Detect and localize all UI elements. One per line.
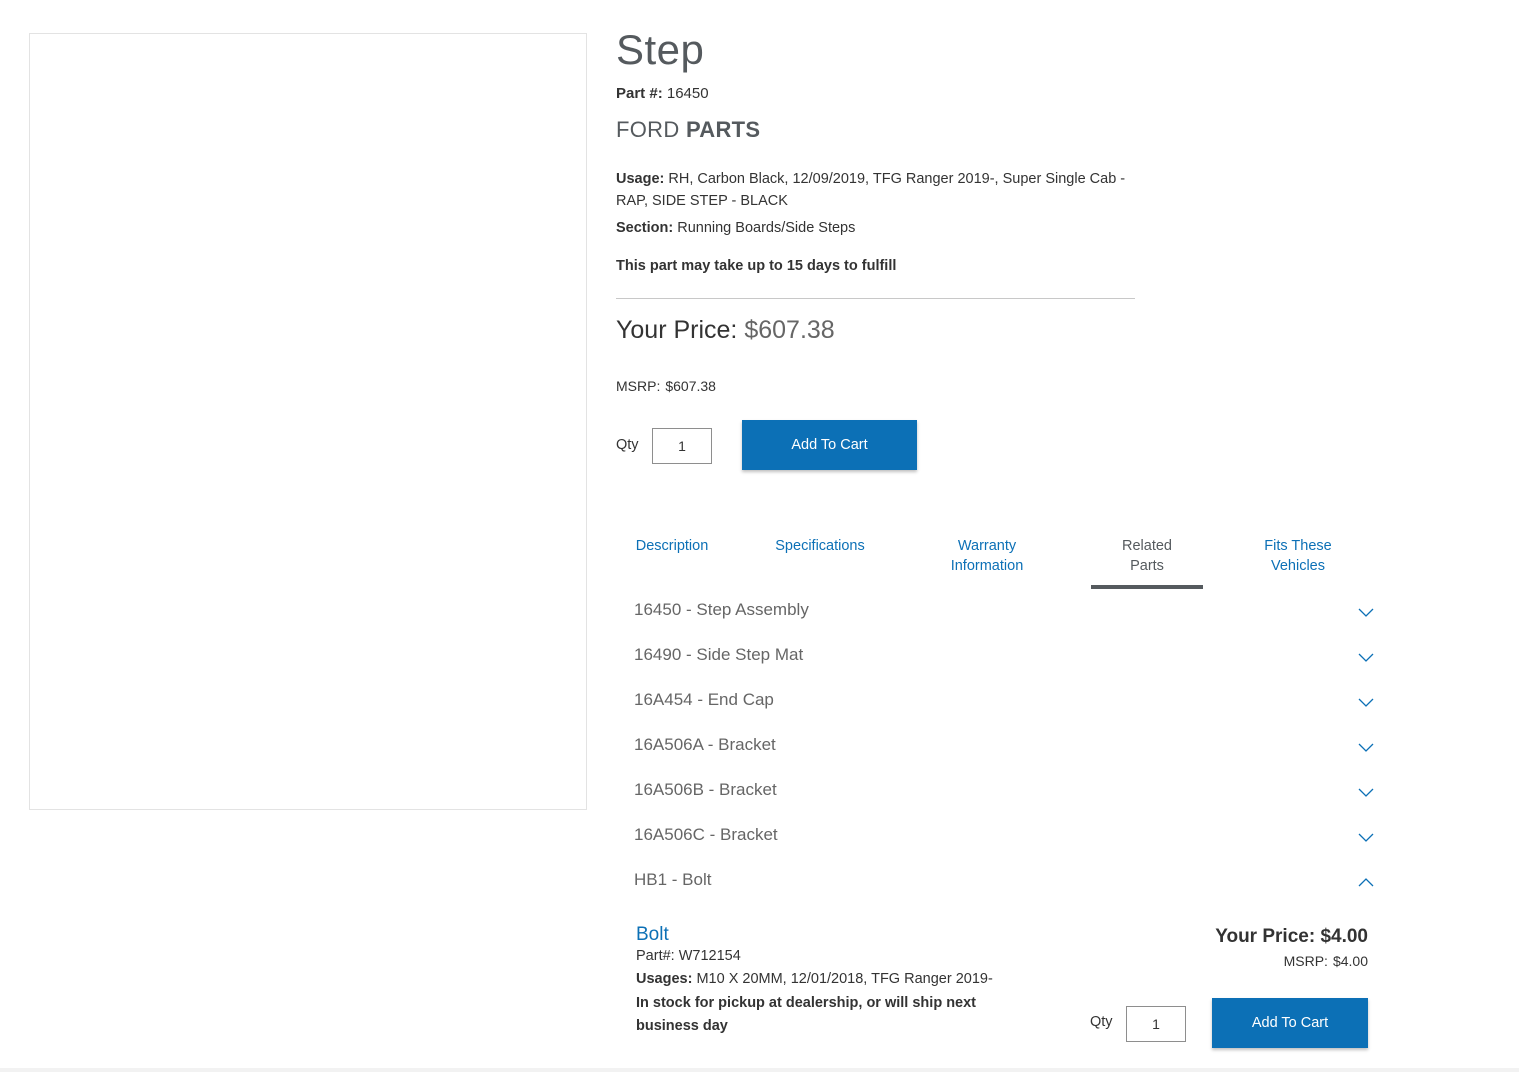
chevron-up-icon[interactable] xyxy=(1358,874,1374,890)
your-price: Your Price: $607.38 xyxy=(616,316,835,345)
related-item-part-label: Part#: xyxy=(636,948,675,964)
chevron-down-icon[interactable] xyxy=(1358,829,1374,845)
related-item-msrp: MSRP: $4.00 xyxy=(1284,953,1368,969)
chevron-down-icon[interactable] xyxy=(1358,649,1374,665)
tab-fits-line1: Fits These xyxy=(1264,538,1332,554)
chevron-down-icon[interactable] xyxy=(1358,739,1374,755)
part-number-value: 16450 xyxy=(666,85,709,102)
related-part-row[interactable]: 16A506C - Bracket xyxy=(634,825,1374,855)
msrp: MSRP: $607.38 xyxy=(616,378,716,394)
part-number-label: Part #: xyxy=(616,85,663,102)
tab-warranty-information[interactable]: Warranty Information xyxy=(932,536,1042,576)
section-label: Section: xyxy=(616,220,674,236)
brand-logo-text: FORD PARTS xyxy=(616,117,760,143)
related-item-stock-note: In stock for pickup at dealership, or wi… xyxy=(636,995,977,1034)
tab-related-line2: Parts xyxy=(1130,558,1164,574)
part-number: Part #: 16450 xyxy=(616,85,709,102)
tab-related-parts[interactable]: Related Parts xyxy=(1091,536,1203,576)
related-item-part-number: Part#: W712154 xyxy=(636,948,741,964)
related-part-row[interactable]: 16A454 - End Cap xyxy=(634,690,1374,720)
related-item-price-value: $4.00 xyxy=(1320,926,1368,947)
related-item-part-value: W712154 xyxy=(678,948,741,964)
chevron-down-icon[interactable] xyxy=(1358,784,1374,800)
tab-description[interactable]: Description xyxy=(622,536,722,556)
related-item-price: Your Price: $4.00 xyxy=(1215,926,1368,948)
related-part-row[interactable]: 16A506A - Bracket xyxy=(634,735,1374,765)
related-part-label: 16A506B - Bracket xyxy=(634,780,777,799)
usage-label: Usage: xyxy=(616,171,665,187)
tab-related-line1: Related xyxy=(1122,538,1172,554)
brand-light: FORD xyxy=(616,117,680,142)
tab-warranty-line2: Information xyxy=(950,558,1024,574)
product-image-area xyxy=(29,33,587,810)
section-text: Running Boards/Side Steps xyxy=(677,220,856,236)
related-item-qty-label: Qty xyxy=(1090,1014,1113,1030)
related-item-price-label: Your Price: xyxy=(1215,926,1316,947)
price-label: Your Price: xyxy=(616,316,738,344)
usage-info: Usage: RH, Carbon Black, 12/09/2019, TFG… xyxy=(616,168,1136,212)
msrp-label: MSRP: xyxy=(616,378,661,394)
usage-text: RH, Carbon Black, 12/09/2019, TFG Ranger… xyxy=(616,171,1126,209)
related-item-msrp-label: MSRP: xyxy=(1283,953,1328,969)
footer-divider xyxy=(0,1068,1519,1072)
related-part-row-expanded[interactable]: HB1 - Bolt xyxy=(634,870,1374,900)
chevron-down-icon[interactable] xyxy=(1358,694,1374,710)
related-item-add-to-cart-button[interactable]: Add To Cart xyxy=(1212,998,1368,1048)
related-part-label: 16A454 - End Cap xyxy=(634,690,774,709)
divider xyxy=(616,298,1135,299)
related-item-qty-input[interactable] xyxy=(1126,1006,1186,1042)
related-part-row[interactable]: 16A506B - Bracket xyxy=(634,780,1374,810)
qty-input[interactable] xyxy=(652,428,712,464)
chevron-down-icon[interactable] xyxy=(1358,604,1374,620)
tab-fits-these-vehicles[interactable]: Fits These Vehicles xyxy=(1243,536,1353,576)
related-item-usage: Usages: M10 X 20MM, 12/01/2018, TFG Rang… xyxy=(636,971,993,987)
related-item-msrp-value: $4.00 xyxy=(1332,953,1368,969)
related-part-label: 16A506C - Bracket xyxy=(634,825,778,844)
fulfillment-note: This part may take up to 15 days to fulf… xyxy=(616,258,897,274)
product-title: Step xyxy=(616,26,705,73)
tab-warranty-line1: Warranty xyxy=(957,538,1017,554)
related-part-row[interactable]: 16490 - Side Step Mat xyxy=(634,645,1374,675)
tab-specifications-label: Specifications xyxy=(775,538,865,554)
section-info: Section: Running Boards/Side Steps xyxy=(616,220,855,236)
related-part-row[interactable]: 16450 - Step Assembly xyxy=(634,600,1374,630)
price-value: $607.38 xyxy=(744,316,835,344)
related-item-usage-text: M10 X 20MM, 12/01/2018, TFG Ranger 2019- xyxy=(696,971,993,987)
active-tab-indicator xyxy=(1091,585,1203,589)
brand-bold: PARTS xyxy=(685,117,761,142)
related-part-label: HB1 - Bolt xyxy=(634,870,712,889)
add-to-cart-button[interactable]: Add To Cart xyxy=(742,420,917,470)
qty-label: Qty xyxy=(616,437,639,453)
related-part-label: 16450 - Step Assembly xyxy=(634,600,809,619)
related-part-label: 16A506A - Bracket xyxy=(634,735,776,754)
tab-fits-line2: Vehicles xyxy=(1270,558,1325,574)
related-item-usage-label: Usages: xyxy=(636,971,693,987)
tab-description-label: Description xyxy=(635,538,709,554)
msrp-value: $607.38 xyxy=(665,378,716,394)
related-item-name-link[interactable]: Bolt xyxy=(636,924,669,946)
related-part-label: 16490 - Side Step Mat xyxy=(634,645,804,664)
tab-specifications[interactable]: Specifications xyxy=(760,536,880,556)
